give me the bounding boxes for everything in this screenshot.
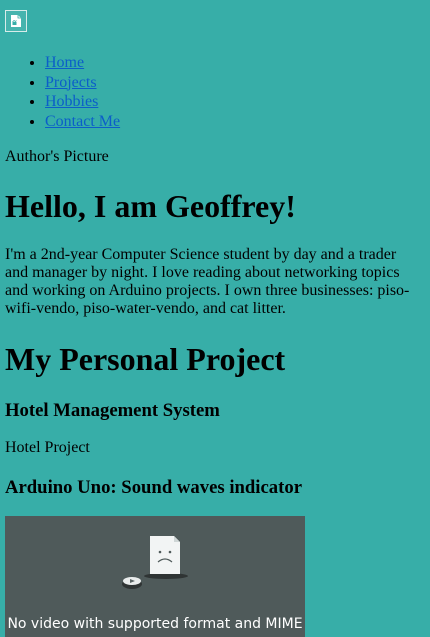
projects-heading: My Personal Project: [5, 341, 286, 377]
video-player[interactable]: No video with supported format and MIME …: [5, 516, 305, 637]
nav-link-home[interactable]: Home: [45, 54, 84, 71]
nav-item-hobbies: Hobbies: [45, 92, 120, 112]
author-picture-alt: Author's Picture: [5, 148, 109, 165]
project-title-arduino: Arduino Uno: Sound waves indicator: [5, 477, 302, 498]
nav-link-contact[interactable]: Contact Me: [45, 113, 120, 130]
nav-link-projects[interactable]: Projects: [45, 74, 97, 91]
video-unsupported-message: No video with supported format and MIME …: [7, 616, 303, 632]
nav-list: Home Projects Hobbies Contact Me: [5, 53, 120, 131]
broken-image-icon: [5, 10, 27, 32]
page-title: Hello, I am Geoffrey!: [5, 188, 296, 224]
nav-item-contact: Contact Me: [45, 112, 120, 132]
hotel-project-image-alt: Hotel Project: [5, 439, 90, 456]
about-text: I'm a 2nd-year Computer Science student …: [5, 246, 410, 317]
nav-item-home: Home: [45, 53, 120, 73]
nav-link-hobbies[interactable]: Hobbies: [45, 93, 98, 110]
project-title-hotel: Hotel Management System: [5, 400, 220, 421]
nav-item-projects: Projects: [45, 73, 120, 93]
sad-file-icon: [120, 532, 200, 599]
